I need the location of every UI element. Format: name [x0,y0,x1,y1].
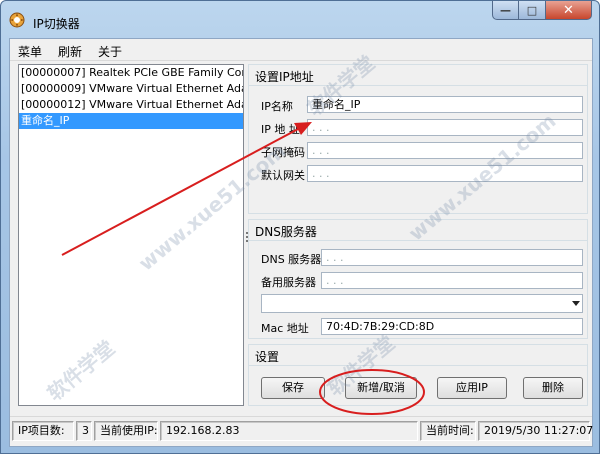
menu-about[interactable]: 关于 [90,39,130,60]
alt-dns-field[interactable]: . . . [321,272,583,289]
gateway-mask: . . . [312,167,330,180]
save-button[interactable]: 保存 [261,377,325,399]
adapter-item[interactable]: [00000007] Realtek PCIe GBE Family Contr [19,65,243,81]
client-area: 菜单 刷新 关于 [00000007] Realtek PCIe GBE Fam… [9,38,593,447]
ip-count-label: IP项目数: [12,421,74,441]
dns-group-title: DNS服务器 [255,225,317,239]
ip-settings-group: 设置IP地址 IP名称 重命名_IP IP 地 址 . . . 子网掩码 . .… [248,64,588,214]
dns-label: DNS 服务器 [261,253,322,266]
current-time-label: 当前时间: [420,421,476,441]
current-time-value: 2019/5/30 11:27:07 [478,421,593,441]
status-bar: IP项目数: 3 当前使用IP: 192.168.2.83 当前时间: 2019… [10,416,593,446]
dns-field[interactable]: . . . [321,249,583,266]
ip-address-label: IP 地 址 [261,123,300,136]
ip-address-field[interactable]: . . . [307,119,583,136]
menu-bar: 菜单 刷新 关于 [10,39,592,61]
close-button[interactable]: ✕ [546,1,592,20]
dns-select[interactable] [261,294,583,313]
alt-dns-mask: . . . [326,274,344,287]
ip-name-label: IP名称 [261,100,293,113]
ip-name-value: 重命名_IP [312,98,361,111]
menu-main[interactable]: 菜单 [10,39,50,60]
actions-group-title: 设置 [255,350,280,364]
ip-count-value: 3 [76,421,92,441]
current-ip-label: 当前使用IP: [94,421,158,441]
mac-value: 70:4D:7B:29:CD:8D [326,320,435,333]
adapter-item[interactable]: [00000009] VMware Virtual Ethernet Adap [19,81,243,97]
maximize-button[interactable]: □ [519,1,546,20]
ip-address-mask: . . . [312,121,330,134]
dns-mask: . . . [326,251,344,264]
alt-dns-label: 备用服务器 [261,276,316,289]
gateway-field[interactable]: . . . [307,165,583,182]
ip-group-title: 设置IP地址 [255,70,314,84]
ip-name-field[interactable]: 重命名_IP [307,96,583,113]
gateway-label: 默认网关 [261,169,305,182]
title-bar[interactable]: IP切换器 — □ ✕ [1,1,599,37]
delete-button[interactable]: 删除 [523,377,583,399]
adapter-item-selected[interactable]: 重命名_IP [19,113,243,129]
app-window: IP切换器 — □ ✕ 菜单 刷新 关于 [00000007] Realtek … [0,0,600,454]
app-icon [9,12,25,28]
apply-ip-button[interactable]: 应用IP [437,377,507,399]
adapter-list[interactable]: [00000007] Realtek PCIe GBE Family Contr… [18,64,244,406]
window-title: IP切换器 [33,17,80,31]
chevron-down-icon[interactable] [572,301,580,306]
current-ip-value: 192.168.2.83 [160,421,418,441]
mac-field[interactable]: 70:4D:7B:29:CD:8D [321,318,583,335]
adapter-item[interactable]: [00000012] VMware Virtual Ethernet Adap [19,97,243,113]
actions-group: 设置 保存 新增/取消 应用IP 删除 [248,344,588,406]
mac-label: Mac 地址 [261,322,309,335]
add-cancel-button[interactable]: 新增/取消 [345,377,417,399]
dns-group: DNS服务器 DNS 服务器 . . . 备用服务器 . . . Mac 地址 … [248,219,588,339]
subnet-mask-mask: . . . [312,144,330,157]
settings-panel: 设置IP地址 IP名称 重命名_IP IP 地 址 . . . 子网掩码 . .… [248,64,588,406]
subnet-mask-label: 子网掩码 [261,146,305,159]
subnet-mask-field[interactable]: . . . [307,142,583,159]
menu-refresh[interactable]: 刷新 [50,39,90,60]
minimize-button[interactable]: — [492,1,519,20]
